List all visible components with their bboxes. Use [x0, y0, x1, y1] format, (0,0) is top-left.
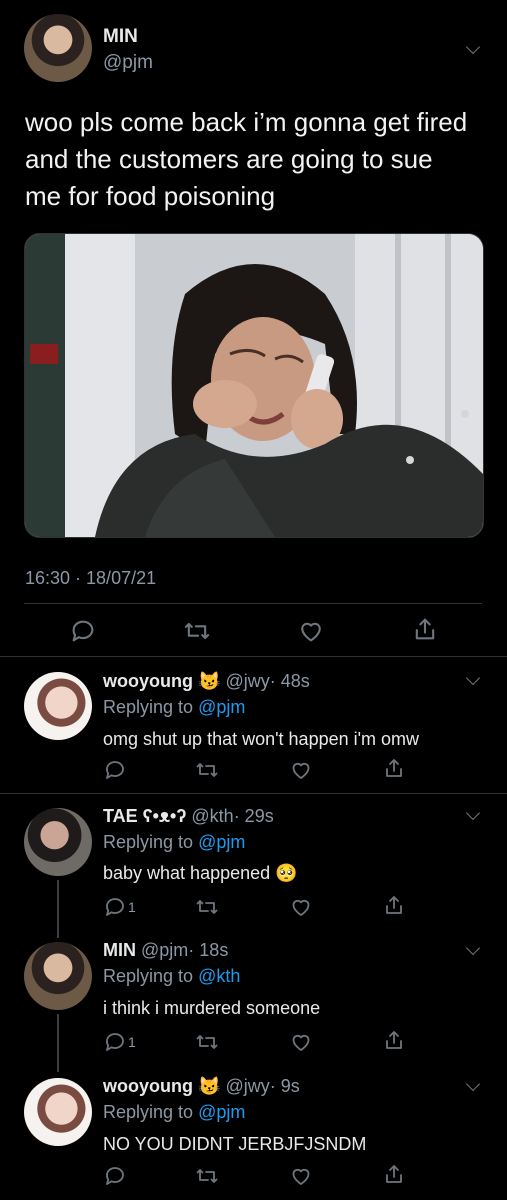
avatar[interactable] — [24, 1078, 92, 1146]
author-name[interactable]: wooyoung — [103, 671, 193, 691]
reply-time: · 29s — [233, 806, 274, 826]
chevron-down-icon[interactable] — [465, 39, 481, 55]
reply-icon[interactable] — [103, 758, 127, 782]
retweet-icon[interactable] — [195, 1164, 219, 1188]
tweet-photo[interactable] — [24, 233, 484, 538]
thread-line — [57, 880, 59, 938]
reply-icon[interactable] — [103, 1030, 127, 1054]
reply-time: · 9s — [269, 1076, 300, 1096]
emoji-badge: 😼 — [198, 1076, 221, 1096]
tweet-text-line: me for food poisoning — [25, 181, 276, 211]
author-handle[interactable]: @jwy — [225, 1076, 269, 1096]
like-icon[interactable] — [289, 758, 313, 782]
share-icon[interactable] — [382, 1028, 406, 1052]
reply-time: · 18s — [188, 940, 229, 960]
retweet-icon[interactable] — [183, 617, 211, 645]
reply-time: · 48s — [269, 671, 310, 691]
share-icon[interactable] — [411, 615, 439, 643]
tweet-timestamp[interactable]: 16:30 · 18/07/21 — [25, 568, 156, 589]
author-name[interactable]: MIN — [103, 940, 136, 960]
photo-illustration — [25, 234, 483, 537]
author-handle[interactable]: @kth — [191, 806, 233, 826]
replying-to-label: Replying to — [103, 832, 199, 852]
avatar[interactable] — [24, 14, 92, 82]
share-icon[interactable] — [382, 893, 406, 917]
replying-to-link[interactable]: @kth — [198, 966, 240, 986]
replying-to-link[interactable]: @pjm — [198, 1102, 245, 1122]
emoji-badge: 😼 — [198, 671, 221, 691]
author-name[interactable]: wooyoung — [103, 1076, 193, 1096]
tweet-text-line: and the customers are going to sue — [25, 144, 433, 174]
replying-to: Replying to @pjm — [103, 832, 245, 853]
reply-text: NO YOU DIDNT JERBJFJSNDM — [103, 1134, 367, 1154]
divider — [0, 656, 507, 657]
replying-to: Replying to @kth — [103, 966, 240, 987]
avatar[interactable] — [24, 808, 92, 876]
like-icon[interactable] — [289, 895, 313, 919]
chevron-down-icon[interactable] — [465, 1076, 481, 1092]
avatar[interactable] — [24, 942, 92, 1010]
author-name[interactable]: MIN — [103, 26, 138, 48]
share-icon[interactable] — [382, 756, 406, 780]
author-name[interactable]: TAE ʕ•ᴥ•ʔ — [103, 806, 186, 826]
reply-icon[interactable] — [103, 895, 127, 919]
chevron-down-icon[interactable] — [465, 670, 481, 686]
reply-count: 1 — [128, 1034, 136, 1050]
reply-header: wooyoung 😼 @jwy· 48s — [103, 671, 310, 692]
tweet-text: woo pls come back i’m gonna get fired an… — [25, 104, 467, 215]
reply-header: TAE ʕ•ᴥ•ʔ @kth· 29s — [103, 806, 274, 827]
replying-to: Replying to @pjm — [103, 697, 245, 718]
retweet-icon[interactable] — [195, 1030, 219, 1054]
avatar[interactable] — [24, 672, 92, 740]
reply-header: MIN @pjm· 18s — [103, 940, 228, 961]
replying-to-label: Replying to — [103, 1102, 199, 1122]
replying-to-link[interactable]: @pjm — [198, 832, 245, 852]
tweet-text-line: woo pls come back i’m gonna get fired — [25, 107, 468, 137]
replying-to: Replying to @pjm — [103, 1102, 245, 1123]
like-icon[interactable] — [297, 617, 325, 645]
divider — [0, 793, 507, 794]
reply-count: 1 — [128, 899, 136, 915]
thread-line — [57, 1014, 59, 1072]
like-icon[interactable] — [289, 1164, 313, 1188]
share-icon[interactable] — [382, 1162, 406, 1186]
reply-header: wooyoung 😼 @jwy· 9s — [103, 1076, 300, 1097]
reply-text: baby what happened 🥺 — [103, 863, 298, 883]
reply-text: i think i murdered someone — [103, 998, 321, 1018]
retweet-icon[interactable] — [195, 895, 219, 919]
author-handle[interactable]: @jwy — [225, 671, 269, 691]
divider — [24, 603, 482, 604]
author-handle[interactable]: @pjm — [103, 52, 153, 74]
reply-text: omg shut up that won't happen i'm omw — [103, 729, 420, 749]
replying-to-link[interactable]: @pjm — [198, 697, 245, 717]
replying-to-label: Replying to — [103, 697, 199, 717]
reply-icon[interactable] — [103, 1164, 127, 1188]
retweet-icon[interactable] — [195, 758, 219, 782]
like-icon[interactable] — [289, 1030, 313, 1054]
chevron-down-icon[interactable] — [465, 940, 481, 956]
chevron-down-icon[interactable] — [465, 805, 481, 821]
author-handle[interactable]: @pjm — [141, 940, 188, 960]
reply-icon[interactable] — [69, 617, 97, 645]
replying-to-label: Replying to — [103, 966, 199, 986]
